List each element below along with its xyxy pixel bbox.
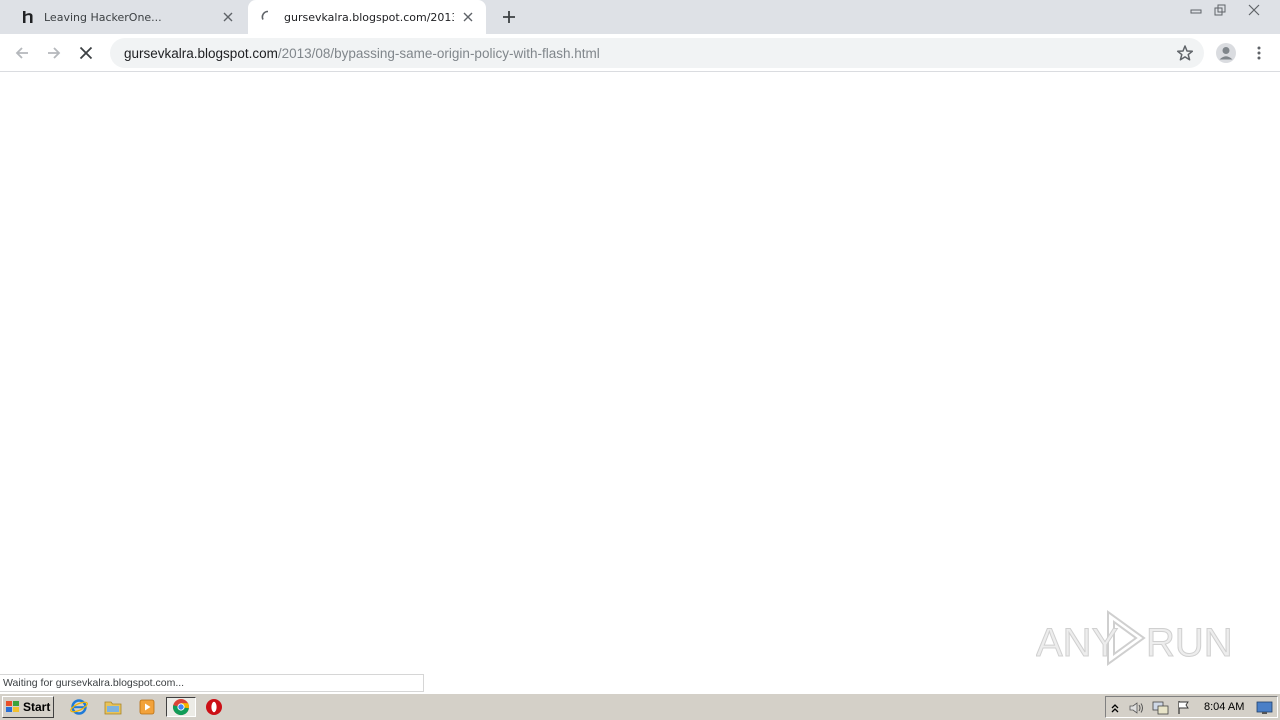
anyrun-watermark: ANY RUN xyxy=(1036,606,1236,670)
tab-strip: Leaving HackerOne... gursevkalra.blogspo… xyxy=(0,0,1280,34)
system-tray: 8:04 AM xyxy=(1105,696,1278,718)
action-center-flag-icon[interactable] xyxy=(1176,700,1192,719)
close-icon xyxy=(1248,4,1260,16)
stop-icon xyxy=(79,46,93,60)
profile-avatar-icon[interactable] xyxy=(1215,42,1237,64)
media-player-icon[interactable] xyxy=(136,697,158,717)
tab-title: Leaving HackerOne... xyxy=(44,10,162,24)
stop-loading-button[interactable] xyxy=(73,40,99,66)
windows-flag-icon xyxy=(6,701,19,712)
loading-spinner-icon xyxy=(260,9,276,25)
tab-active-blogspot[interactable]: gursevkalra.blogspot.com/2013/08/h xyxy=(248,0,486,34)
close-tab-icon[interactable] xyxy=(220,9,236,25)
url-text: gursevkalra.blogspot.com/2013/08/bypassi… xyxy=(124,46,600,61)
tab-title: gursevkalra.blogspot.com/2013/08/h xyxy=(284,10,454,24)
close-tab-icon[interactable] xyxy=(460,9,476,25)
back-button[interactable] xyxy=(9,40,35,66)
watermark-left: ANY xyxy=(1036,621,1118,665)
internet-explorer-icon[interactable] xyxy=(68,697,90,717)
watermark-right: RUN xyxy=(1146,621,1233,665)
hackerone-icon xyxy=(20,9,36,25)
browser-menu-button[interactable] xyxy=(1249,42,1269,64)
opera-icon[interactable] xyxy=(203,697,225,717)
start-label: Start xyxy=(23,700,51,714)
browser-toolbar: gursevkalra.blogspot.com/2013/08/bypassi… xyxy=(0,34,1280,72)
volume-icon[interactable] xyxy=(1128,700,1146,719)
close-window-button[interactable] xyxy=(1238,0,1270,20)
restore-icon xyxy=(1214,4,1226,16)
start-button[interactable]: Start xyxy=(2,696,54,718)
plus-icon xyxy=(503,11,515,23)
clock[interactable]: 8:04 AM xyxy=(1204,701,1244,713)
status-bubble: Waiting for gursevkalra.blogspot.com... xyxy=(0,674,424,692)
show-hidden-icons-icon[interactable] xyxy=(1110,700,1120,719)
restore-button[interactable] xyxy=(1210,0,1230,20)
bookmark-star-icon[interactable] xyxy=(1176,44,1194,62)
taskbar: Start 8:04 AM xyxy=(0,693,1280,720)
tab-leaving-hackerone[interactable]: Leaving HackerOne... xyxy=(8,0,246,34)
file-explorer-icon[interactable] xyxy=(102,697,124,717)
url-path: /2013/08/bypassing-same-origin-policy-wi… xyxy=(277,45,600,61)
show-desktop-icon[interactable] xyxy=(1256,700,1274,719)
minimize-button[interactable] xyxy=(1186,0,1206,20)
forward-arrow-icon xyxy=(48,47,61,59)
url-host: gursevkalra.blogspot.com xyxy=(124,45,278,61)
back-arrow-icon xyxy=(15,47,28,59)
address-bar[interactable]: gursevkalra.blogspot.com/2013/08/bypassi… xyxy=(110,38,1204,68)
network-icon[interactable] xyxy=(1152,700,1170,719)
minimize-icon xyxy=(1190,9,1202,14)
kebab-menu-icon xyxy=(1257,46,1261,60)
page-content xyxy=(0,72,1280,692)
forward-button[interactable] xyxy=(41,40,67,66)
new-tab-button[interactable] xyxy=(498,6,520,28)
chrome-icon[interactable] xyxy=(166,697,196,717)
